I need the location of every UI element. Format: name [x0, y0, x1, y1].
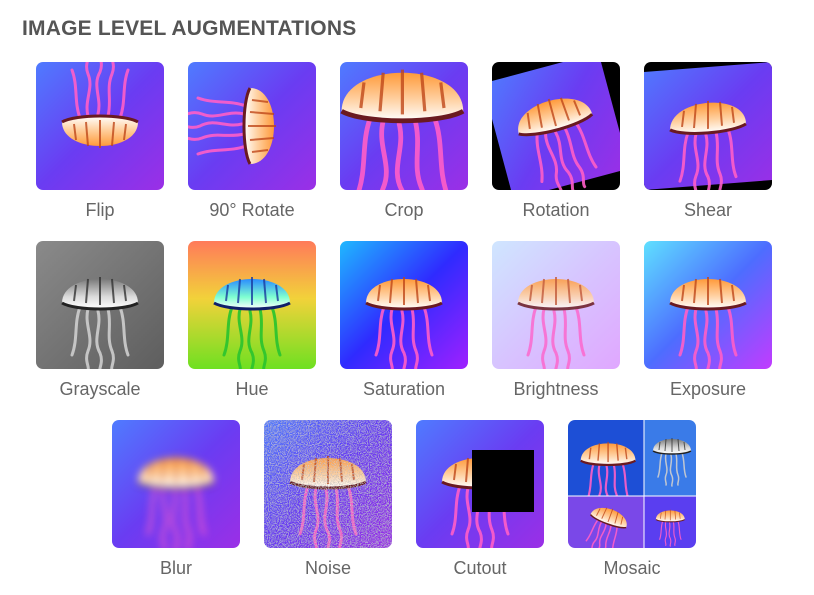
jellyfish-cutout-image	[416, 420, 544, 548]
jellyfish-grayscale-image	[36, 241, 164, 369]
augmentation-card-rotation[interactable]: Rotation	[492, 62, 620, 232]
augmentation-card-cutout[interactable]: Cutout	[416, 420, 544, 590]
augmentation-label: Exposure	[669, 379, 747, 399]
augmentation-card-flip[interactable]: Flip	[36, 62, 164, 232]
jellyfish-saturated-image	[340, 241, 468, 369]
augmentation-card-saturation[interactable]: Saturation	[340, 241, 468, 411]
jellyfish-exposure-image	[644, 241, 772, 369]
augmentation-card-mosaic[interactable]: Mosaic	[568, 420, 696, 590]
augmentation-label: Cutout	[453, 558, 507, 578]
augmentation-card-90-rotate[interactable]: 90° Rotate	[188, 62, 316, 232]
augmentation-label: Shear	[683, 200, 733, 220]
augmentation-card-grayscale[interactable]: Grayscale	[36, 241, 164, 411]
augmentation-card-hue[interactable]: Hue	[188, 241, 316, 411]
augmentation-label: Hue	[235, 379, 269, 399]
page-title: IMAGE LEVEL AUGMENTATIONS	[22, 17, 357, 40]
augmentation-row-2: Grayscale Hue Saturation Brightness Expo…	[0, 241, 814, 411]
jellyfish-flipped-image	[36, 62, 164, 190]
jellyfish-hue-shift-image	[188, 241, 316, 369]
augmentation-card-exposure[interactable]: Exposure	[644, 241, 772, 411]
augmentation-label: Saturation	[362, 379, 446, 399]
jellyfish-noise-image	[264, 420, 392, 548]
jellyfish-rotated-image	[492, 62, 620, 190]
augmentation-card-brightness[interactable]: Brightness	[492, 241, 620, 411]
jellyfish-mosaic-image	[568, 420, 696, 548]
augmentation-label: Brightness	[513, 379, 599, 399]
augmentation-label: Crop	[384, 200, 424, 220]
augmentation-card-shear[interactable]: Shear	[644, 62, 772, 232]
augmentation-card-noise[interactable]: Noise	[264, 420, 392, 590]
jellyfish-cropped-image	[340, 62, 468, 190]
augmentation-row-1: Flip 90° Rotate Crop Rotation Shear	[0, 62, 814, 232]
augmentation-label: 90° Rotate	[209, 200, 295, 220]
augmentation-label: Mosaic	[603, 558, 661, 578]
augmentation-label: Noise	[304, 558, 352, 578]
augmentation-label: Blur	[159, 558, 192, 578]
augmentation-label: Grayscale	[59, 379, 141, 399]
augmentation-card-blur[interactable]: Blur	[112, 420, 240, 590]
augmentation-label: Rotation	[522, 200, 590, 220]
augmentation-card-crop[interactable]: Crop	[340, 62, 468, 232]
jellyfish-rotated-90-image	[188, 62, 316, 190]
jellyfish-sheared-image	[644, 62, 772, 190]
jellyfish-blurred-image	[112, 420, 240, 548]
augmentation-row-3: Blur Noise Cutout Mosaic	[0, 420, 814, 590]
augmentation-label: Flip	[85, 200, 115, 220]
jellyfish-bright-image	[492, 241, 620, 369]
